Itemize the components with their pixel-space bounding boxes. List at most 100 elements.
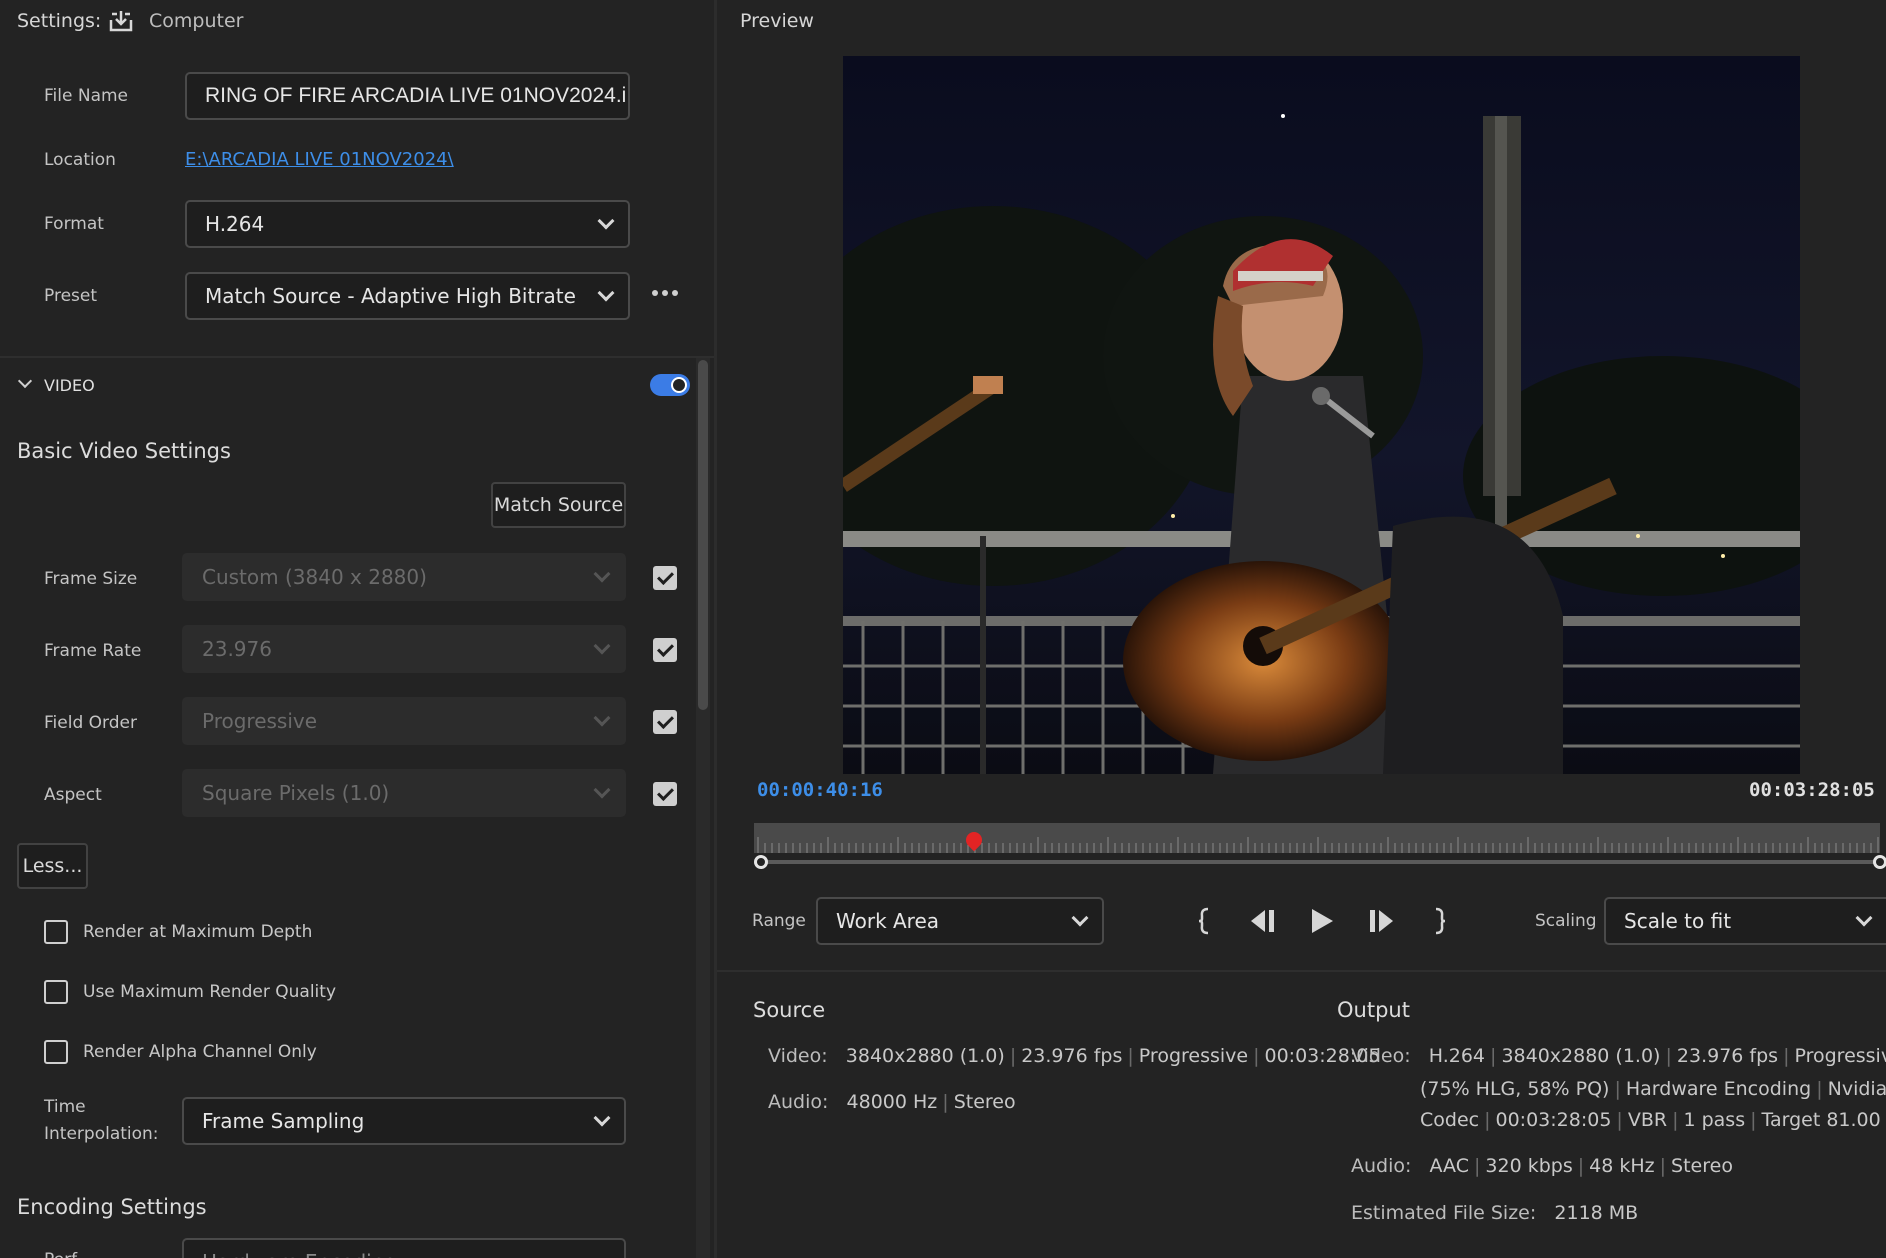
output-video-target: Target 81.00 Mbps bbox=[1761, 1109, 1886, 1131]
field-order-value: Progressive bbox=[202, 709, 318, 733]
render-alpha-checkbox[interactable] bbox=[44, 1040, 68, 1064]
less-button[interactable]: Less... bbox=[17, 843, 88, 889]
preview-frame-image bbox=[843, 56, 1800, 774]
source-audio-rate: 48000 Hz bbox=[846, 1091, 938, 1113]
preview-title: Preview bbox=[740, 10, 814, 32]
download-destination-icon[interactable] bbox=[108, 8, 134, 34]
frame-size-label: Frame Size bbox=[44, 569, 138, 589]
time-interpolation-select[interactable]: Frame Sampling bbox=[182, 1097, 626, 1145]
frame-rate-match-checkbox[interactable] bbox=[653, 638, 677, 662]
chevron-down-icon bbox=[1071, 909, 1089, 927]
output-video-encoding: Hardware Encoding bbox=[1625, 1078, 1812, 1100]
current-time[interactable]: 00:00:40:16 bbox=[757, 779, 883, 801]
time-interp-value: Frame Sampling bbox=[202, 1109, 365, 1133]
source-audio-info: Audio: 48000 Hz | Stereo bbox=[768, 1091, 1016, 1113]
chevron-down-icon bbox=[597, 284, 615, 302]
aspect-value: Square Pixels (1.0) bbox=[202, 781, 390, 805]
output-file-size: Estimated File Size: 2118 MB bbox=[1351, 1197, 1638, 1229]
preset-select[interactable]: Match Source - Adaptive High Bitrate bbox=[185, 272, 630, 320]
output-title: Output bbox=[1337, 998, 1410, 1022]
frame-rate-value: 23.976 bbox=[202, 637, 272, 661]
max-render-quality-label[interactable]: Use Maximum Render Quality bbox=[83, 982, 336, 1002]
time-interp-label-line1: Time bbox=[44, 1097, 86, 1117]
destination-label[interactable]: Computer bbox=[149, 10, 243, 32]
basic-video-settings-title: Basic Video Settings bbox=[17, 439, 231, 463]
output-video-vendor: Nvidia bbox=[1827, 1078, 1886, 1100]
location-label: Location bbox=[44, 150, 116, 170]
more-options-icon[interactable] bbox=[652, 290, 680, 302]
chevron-down-icon bbox=[593, 1109, 611, 1127]
file-name-value: RING OF FIRE ARCADIA LIVE 01NOV2024.i bbox=[205, 84, 627, 107]
range-label: Range bbox=[752, 911, 806, 931]
chevron-down-icon bbox=[593, 637, 611, 655]
chevron-down-icon bbox=[593, 781, 611, 799]
frame-rate-select[interactable]: 23.976 bbox=[182, 625, 626, 673]
time-interp-label-line2: Interpolation: bbox=[44, 1124, 159, 1144]
source-video-fps: 23.976 fps bbox=[1021, 1045, 1123, 1067]
output-video-codec: H.264 bbox=[1428, 1045, 1486, 1067]
output-video-bitrate-mode: VBR bbox=[1627, 1109, 1668, 1131]
output-video-hdr-detail: (75% HLG, 58% PQ) bbox=[1420, 1078, 1610, 1100]
scrollbar-thumb[interactable] bbox=[698, 360, 708, 710]
step-forward-icon[interactable] bbox=[1366, 906, 1396, 936]
output-audio-key: Audio: bbox=[1351, 1155, 1412, 1177]
chevron-down-icon bbox=[1855, 909, 1873, 927]
field-order-match-checkbox[interactable] bbox=[653, 710, 677, 734]
scaling-select[interactable]: Scale to fit bbox=[1604, 897, 1886, 945]
video-section-title[interactable]: VIDEO bbox=[44, 376, 95, 395]
output-video-key: Video: bbox=[1351, 1045, 1411, 1067]
chevron-down-icon bbox=[597, 212, 615, 230]
output-audio-bitrate: 320 kbps bbox=[1485, 1155, 1573, 1177]
file-size-key: Estimated File Size: bbox=[1351, 1202, 1537, 1224]
source-title: Source bbox=[753, 998, 826, 1022]
output-audio-rate: 48 kHz bbox=[1589, 1155, 1655, 1177]
video-export-toggle[interactable] bbox=[650, 374, 690, 396]
aspect-select[interactable]: Square Pixels (1.0) bbox=[182, 769, 626, 817]
output-video-res: 3840x2880 (1.0) bbox=[1501, 1045, 1661, 1067]
output-video-passes: 1 pass bbox=[1683, 1109, 1746, 1131]
max-render-quality-checkbox[interactable] bbox=[44, 980, 68, 1004]
performance-select[interactable]: Hardware Encoding bbox=[182, 1238, 626, 1258]
format-value: H.264 bbox=[205, 212, 265, 236]
mark-in-icon[interactable] bbox=[1196, 906, 1214, 936]
render-max-depth-label[interactable]: Render at Maximum Depth bbox=[83, 922, 312, 942]
output-video-duration: 00:03:28:05 bbox=[1495, 1109, 1612, 1131]
file-name-label: File Name bbox=[44, 86, 129, 106]
source-video-res: 3840x2880 (1.0) bbox=[845, 1045, 1005, 1067]
location-link[interactable]: E:\ARCADIA LIVE 01NOV2024\ bbox=[185, 149, 454, 170]
timeline-track[interactable] bbox=[754, 823, 1880, 853]
output-video-info-line3: Codec | 00:03:28:05 | VBR | 1 pass | Target 81.0… bbox=[1420, 1104, 1886, 1136]
source-video-info: Video: 3840x2880 (1.0) | 23.976 fps | Progre… bbox=[768, 1045, 1381, 1067]
performance-label: Perf... bbox=[44, 1250, 92, 1258]
aspect-match-checkbox[interactable] bbox=[653, 782, 677, 806]
field-order-label: Field Order bbox=[44, 713, 137, 733]
work-area-start-handle[interactable] bbox=[754, 855, 768, 869]
file-name-input[interactable]: RING OF FIRE ARCADIA LIVE 01NOV2024.i bbox=[185, 72, 630, 120]
output-video-scan: Progressive bbox=[1794, 1045, 1886, 1067]
play-icon[interactable] bbox=[1308, 906, 1336, 936]
match-source-button[interactable]: Match Source bbox=[491, 482, 626, 528]
output-video-info-line2: (75% HLG, 58% PQ) | Hardware Encoding | Nvid… bbox=[1420, 1078, 1886, 1100]
preset-value: Match Source - Adaptive High Bitrate bbox=[205, 284, 576, 308]
chevron-down-icon bbox=[593, 565, 611, 583]
frame-size-select[interactable]: Custom (3840 x 2880) bbox=[182, 553, 626, 601]
chevron-down-icon bbox=[593, 709, 611, 727]
frame-size-match-checkbox[interactable] bbox=[653, 566, 677, 590]
output-audio-channels: Stereo bbox=[1671, 1155, 1733, 1177]
work-area-end-handle[interactable] bbox=[1873, 855, 1886, 869]
scaling-value: Scale to fit bbox=[1624, 909, 1732, 933]
range-value: Work Area bbox=[836, 909, 940, 933]
step-back-icon[interactable] bbox=[1248, 906, 1278, 936]
section-divider bbox=[0, 356, 714, 358]
source-audio-channels: Stereo bbox=[953, 1091, 1016, 1113]
mark-out-icon[interactable] bbox=[1430, 906, 1448, 936]
frame-rate-label: Frame Rate bbox=[44, 641, 142, 661]
render-alpha-label[interactable]: Render Alpha Channel Only bbox=[83, 1042, 317, 1062]
format-select[interactable]: H.264 bbox=[185, 200, 630, 248]
field-order-select[interactable]: Progressive bbox=[182, 697, 626, 745]
encoding-settings-title: Encoding Settings bbox=[17, 1195, 207, 1219]
work-area-bar[interactable] bbox=[760, 860, 1880, 864]
render-max-depth-checkbox[interactable] bbox=[44, 920, 68, 944]
range-select[interactable]: Work Area bbox=[816, 897, 1104, 945]
settings-label: Settings: bbox=[17, 10, 102, 32]
